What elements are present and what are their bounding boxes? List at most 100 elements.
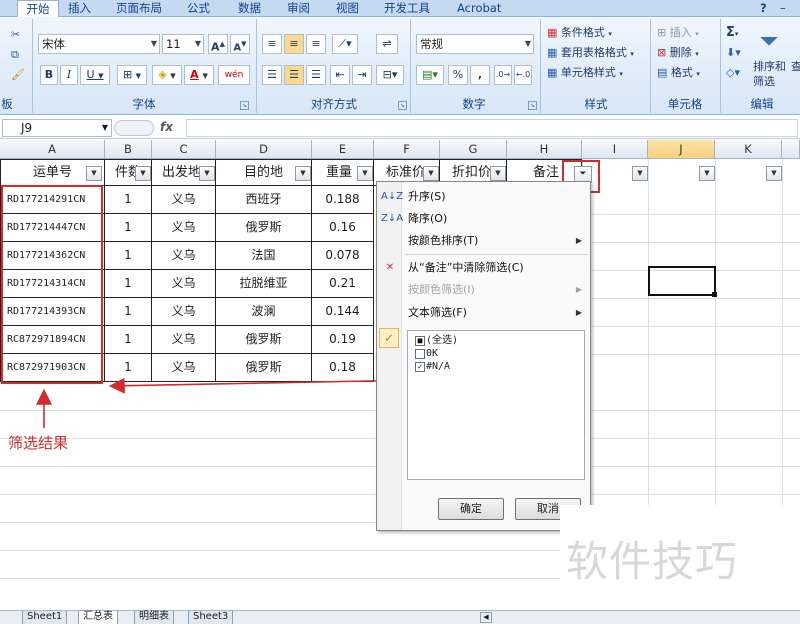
weight-cell[interactable]: 0.21 xyxy=(312,270,374,298)
sort-filter-label[interactable]: 排序和 xyxy=(752,59,788,73)
list-item[interactable]: ■ (全选) xyxy=(415,335,458,347)
merge-center-icon[interactable]: ⊟▾ xyxy=(376,65,404,85)
weight-cell[interactable]: 0.078 xyxy=(312,242,374,270)
tab-data[interactable]: 数据 xyxy=(238,0,268,17)
increase-indent-icon[interactable]: ⇥ xyxy=(352,65,372,85)
tab-home[interactable]: 开始 xyxy=(17,0,59,18)
filter-values-list[interactable]: ■ (全选) 0K ✓ #N/A xyxy=(407,330,585,480)
sheet-tab-active[interactable]: 汇总表 xyxy=(78,611,118,624)
filter-dropdown-button[interactable]: ▼ xyxy=(86,166,102,181)
borders-button[interactable]: ⊞ ▼ xyxy=(117,65,147,85)
cut-icon[interactable]: ✂ xyxy=(10,25,26,45)
fill-color-button[interactable]: ◈ ▼ xyxy=(152,65,182,85)
origin-cell[interactable]: 义乌 xyxy=(152,354,216,382)
column-header[interactable]: K xyxy=(715,140,782,159)
count-cell[interactable]: 1 xyxy=(105,354,152,382)
count-cell[interactable]: 1 xyxy=(105,298,152,326)
tab-view[interactable]: 视图 xyxy=(336,0,366,17)
name-box[interactable]: J9 ▼ xyxy=(2,119,112,137)
format-cells-button[interactable]: ▤ 格式 ▾ xyxy=(656,63,716,83)
decrease-indent-icon[interactable]: ⇤ xyxy=(330,65,350,85)
align-top-icon[interactable]: ≡ xyxy=(262,34,282,54)
count-cell[interactable]: 1 xyxy=(105,242,152,270)
formula-resize-handle[interactable] xyxy=(114,120,154,136)
origin-cell[interactable]: 义乌 xyxy=(152,270,216,298)
clear-filter-item[interactable]: ✕ 从“备注”中清除筛选(C) xyxy=(377,257,590,279)
underline-button[interactable]: U ▼ xyxy=(80,65,110,85)
wrap-text-icon[interactable]: ⇌ xyxy=(376,34,398,54)
checkbox-mixed[interactable]: ■ xyxy=(415,336,425,346)
tab-insert[interactable]: 插入 xyxy=(68,0,104,17)
origin-cell[interactable]: 义乌 xyxy=(152,186,216,214)
filter-dropdown-button[interactable]: ▼ xyxy=(423,166,439,181)
checkbox-unchecked[interactable] xyxy=(415,349,425,359)
active-cell-cursor[interactable] xyxy=(648,266,716,296)
orientation-icon[interactable]: ⟋▾ xyxy=(332,34,358,54)
list-item[interactable]: ✓ #N/A xyxy=(415,361,450,373)
sheet-tab[interactable]: Sheet3 xyxy=(188,611,234,624)
align-middle-icon[interactable]: ≡ xyxy=(284,34,304,54)
fill-icon[interactable]: ⬇▾ xyxy=(725,43,747,63)
grow-font-button[interactable]: A▲ xyxy=(208,34,228,54)
font-name-combo[interactable]: 宋体 ▼ xyxy=(38,34,160,54)
tab-page-layout[interactable]: 页面布局 xyxy=(116,0,168,17)
ok-button[interactable]: 确定 xyxy=(438,498,504,520)
text-filter-item[interactable]: 文本筛选(F) ▶ xyxy=(377,302,590,324)
fx-icon[interactable]: fx xyxy=(160,120,173,134)
column-header[interactable]: B xyxy=(105,140,152,159)
column-header[interactable]: H xyxy=(507,140,582,159)
list-item[interactable]: 0K xyxy=(415,348,438,360)
destination-cell[interactable]: 西班牙 xyxy=(216,186,312,214)
weight-cell[interactable]: 0.188 xyxy=(312,186,374,214)
filter-dropdown-button[interactable]: ▼ xyxy=(357,166,373,181)
align-right-icon[interactable]: ☰ xyxy=(306,65,326,85)
filter-dropdown-button[interactable]: ▼ xyxy=(490,166,506,181)
decrease-decimal-icon[interactable]: ←.0 xyxy=(514,65,532,85)
tab-developer[interactable]: 开发工具 xyxy=(384,0,440,17)
filter-dropdown-button[interactable]: ▼ xyxy=(766,166,782,181)
align-center-icon[interactable]: ☰ xyxy=(284,65,304,85)
font-dialog-launcher[interactable]: ↘ xyxy=(240,101,249,110)
table-format-button[interactable]: ▦ 套用表格格式 ▾ xyxy=(546,43,646,63)
column-header[interactable]: D xyxy=(216,140,312,159)
conditional-format-button[interactable]: ▦ 条件格式 ▾ xyxy=(546,23,646,43)
delete-cells-button[interactable]: ⊠ 删除 ▾ xyxy=(656,43,716,63)
align-left-icon[interactable]: ☰ xyxy=(262,65,282,85)
filter-dropdown-button[interactable]: ▼ xyxy=(699,166,715,181)
destination-cell[interactable]: 俄罗斯 xyxy=(216,214,312,242)
origin-cell[interactable]: 义乌 xyxy=(152,326,216,354)
origin-cell[interactable]: 义乌 xyxy=(152,298,216,326)
bold-button[interactable]: B xyxy=(40,65,58,85)
filter-dropdown-button[interactable]: ▼ xyxy=(295,166,311,181)
number-format-combo[interactable]: 常规 ▼ xyxy=(416,34,534,54)
font-size-combo[interactable]: 11 ▼ xyxy=(162,34,204,54)
alignment-dialog-launcher[interactable]: ↘ xyxy=(398,101,407,110)
increase-decimal-icon[interactable]: .0→ xyxy=(494,65,512,85)
autosum-button[interactable]: Σ▾ xyxy=(725,23,747,43)
checkbox-checked[interactable]: ✓ xyxy=(415,362,425,372)
count-cell[interactable]: 1 xyxy=(105,186,152,214)
currency-icon[interactable]: ▤▾ xyxy=(416,65,444,85)
sort-ascending-item[interactable]: A↓Z 升序(S) xyxy=(377,186,590,208)
insert-cells-button[interactable]: ⊞ 插入 ▾ xyxy=(656,23,716,43)
tab-acrobat[interactable]: Acrobat xyxy=(457,0,507,17)
scroll-left-icon[interactable]: ◀ xyxy=(480,612,492,623)
column-header[interactable]: I xyxy=(582,140,648,159)
comma-button[interactable]: , xyxy=(470,65,490,85)
number-dialog-launcher[interactable]: ↘ xyxy=(528,101,537,110)
ribbon-minimize-icon[interactable]: – xyxy=(780,0,794,17)
help-icon[interactable]: ? xyxy=(760,0,774,17)
weight-cell[interactable]: 0.16 xyxy=(312,214,374,242)
count-cell[interactable]: 1 xyxy=(105,270,152,298)
clear-icon[interactable]: ◇▾ xyxy=(725,63,747,83)
count-cell[interactable]: 1 xyxy=(105,214,152,242)
destination-cell[interactable]: 拉脱维亚 xyxy=(216,270,312,298)
find-select-label[interactable]: 查 xyxy=(790,59,800,73)
destination-cell[interactable]: 俄罗斯 xyxy=(216,326,312,354)
weight-cell[interactable]: 0.144 xyxy=(312,298,374,326)
sort-by-color-item[interactable]: 按颜色排序(T) ▶ xyxy=(377,230,590,252)
copy-icon[interactable]: ⧉ xyxy=(10,45,26,65)
sort-descending-item[interactable]: Z↓A 降序(O) xyxy=(377,208,590,230)
fill-handle[interactable] xyxy=(712,292,717,297)
formula-input[interactable] xyxy=(186,119,798,137)
